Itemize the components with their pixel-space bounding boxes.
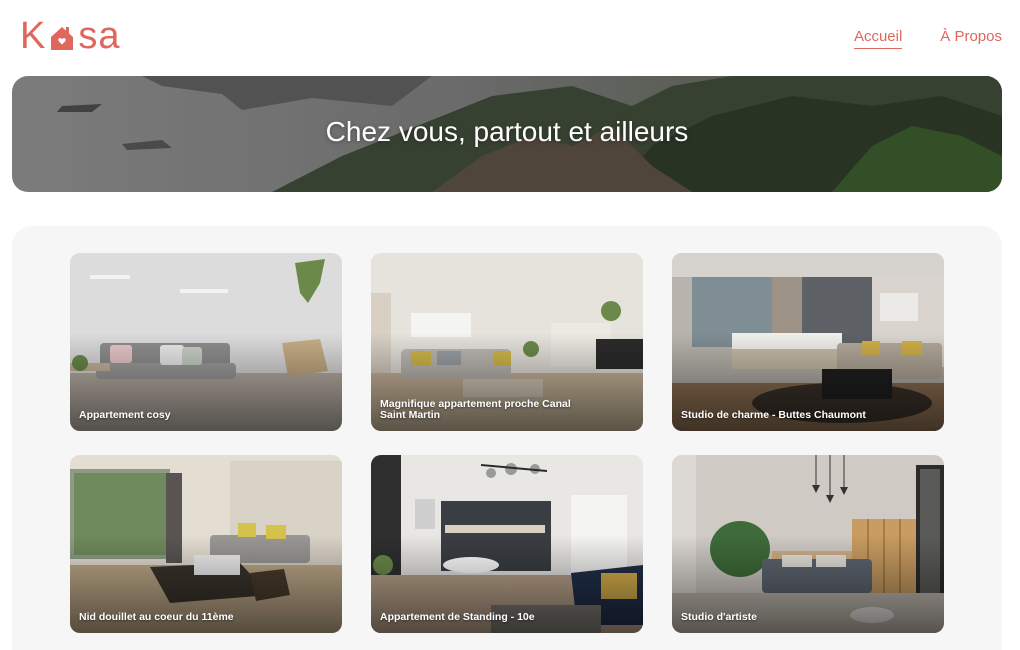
listing-title: Studio d'artiste [681, 611, 758, 623]
thumbnail-gradient [672, 253, 944, 431]
listing-card[interactable]: Magnifique appartement proche Canal Sain… [371, 253, 643, 431]
nav-link-accueil[interactable]: Accueil [853, 28, 903, 49]
listing-title: Nid douillet au coeur du 11ème [79, 611, 234, 623]
thumbnail-gradient [70, 455, 342, 633]
house-icon [51, 27, 74, 50]
thumbnail-gradient [70, 253, 342, 431]
logo-letters-sa: sa [78, 14, 121, 57]
listing-card[interactable]: Studio de charme - Buttes Chaumont [672, 253, 944, 431]
listings-gallery: Appartement cosy Magnifique appartement … [12, 226, 1002, 650]
thumbnail-gradient [672, 455, 944, 633]
listing-card[interactable]: Nid douillet au coeur du 11ème [70, 455, 342, 633]
kasa-logo[interactable]: K sa [20, 14, 121, 57]
thumbnail-gradient [371, 455, 643, 633]
listing-title: Appartement cosy [79, 409, 171, 421]
listing-card[interactable]: Studio d'artiste [672, 455, 944, 633]
listing-title: Magnifique appartement proche Canal Sain… [380, 398, 571, 421]
main-nav: Accueil À Propos [853, 28, 1002, 49]
banner-title: Chez vous, partout et ailleurs [325, 116, 689, 147]
hero-banner: Chez vous, partout et ailleurs [12, 76, 1002, 192]
listing-card[interactable]: Appartement cosy [70, 253, 342, 431]
logo-letter-k: K [20, 14, 47, 57]
listing-card[interactable]: Appartement de Standing - 10e [371, 455, 643, 633]
header: K sa Accueil À Propos [0, 0, 1020, 76]
listing-title: Studio de charme - Buttes Chaumont [681, 409, 866, 421]
listing-title: Appartement de Standing - 10e [380, 611, 535, 623]
nav-link-a-propos[interactable]: À Propos [940, 28, 1002, 49]
